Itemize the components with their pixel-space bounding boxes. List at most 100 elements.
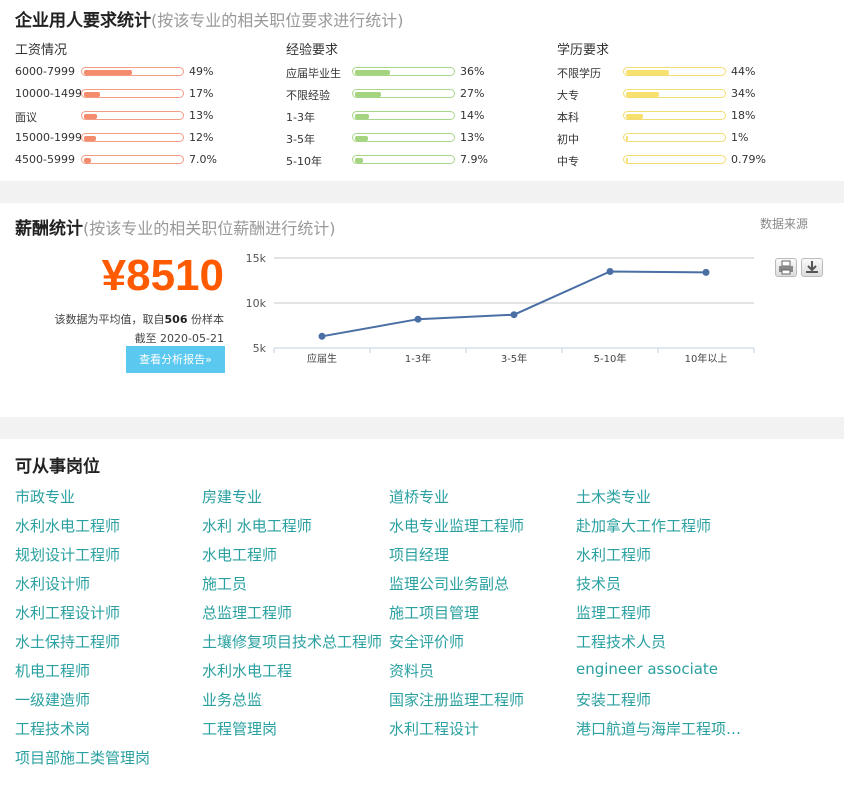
job-link[interactable]: 安全评价师 [389,631,569,652]
requirements-title: 企业用人要求统计(按该专业的相关职位要求进行统计) [15,11,404,31]
stat-bar [623,155,726,164]
stat-bar-fill [355,136,368,141]
stat-row: 面议 13% [15,108,255,124]
job-link[interactable]: 水利水电工程 [202,660,382,681]
job-link[interactable]: 施工项目管理 [389,602,569,623]
stat-bar [352,67,455,76]
print-button[interactable] [775,258,797,277]
jobs-title: 可从事岗位 [15,457,100,477]
stat-percent: 13% [460,131,485,144]
job-link[interactable]: 技术员 [576,573,751,594]
job-link[interactable]: 总监理工程师 [202,602,382,623]
stat-bar-fill [355,158,363,163]
view-report-button[interactable]: 查看分析报告» [126,346,225,373]
job-link[interactable]: 水利工程师 [576,544,751,565]
column-heading: 学历要求 [557,43,610,58]
job-link[interactable]: 市政专业 [15,486,195,507]
stat-label: 初中 [557,133,579,146]
job-link[interactable]: 土壤修复项目技术总工程师 [202,631,382,652]
data-source-link[interactable]: 数据来源 [760,215,808,232]
job-link[interactable]: engineer associate [576,660,751,678]
download-button[interactable] [801,258,823,277]
job-link[interactable]: 水利设计师 [15,573,195,594]
job-link[interactable]: 土木类专业 [576,486,751,507]
job-link[interactable]: 工程技术人员 [576,631,751,652]
stat-bar [352,133,455,142]
sample-count: 506 [164,313,188,326]
job-link[interactable]: 一级建造师 [15,689,195,710]
stat-percent: 27% [460,87,485,100]
stat-bar [352,89,455,98]
stat-bar-fill [626,70,669,75]
job-link[interactable]: 施工员 [202,573,382,594]
stat-row: 大专 34% [557,86,797,102]
stat-row: 1-3年 14% [286,108,526,124]
job-link[interactable]: 水电工程师 [202,544,382,565]
stat-percent: 12% [189,131,214,144]
stat-bar-fill [626,136,628,141]
stat-percent: 7.9% [460,153,488,166]
stat-percent: 13% [189,109,214,122]
stat-label: 应届毕业生 [286,67,341,80]
job-link[interactable]: 监理公司业务副总 [389,573,569,594]
stat-percent: 36% [460,65,485,78]
stat-bar [81,155,184,164]
stat-bar-fill [355,114,369,119]
job-link[interactable]: 工程管理岗 [202,718,382,739]
job-link[interactable]: 工程技术岗 [15,718,195,739]
stat-percent: 0.79% [731,153,766,166]
salary-date: 截至 2020-05-21 [134,332,224,345]
requirements-section: 企业用人要求统计(按该专业的相关职位要求进行统计) 工资情况 6000-7999 4… [0,0,844,181]
stat-bar [81,111,184,120]
stat-label: 本科 [557,111,579,124]
stat-row: 6000-7999 49% [15,64,255,80]
stat-bar-fill [84,70,132,75]
stat-label: 大专 [557,89,579,102]
stat-percent: 44% [731,65,756,78]
salary-title: 薪酬统计(按该专业的相关职位薪酬进行统计) [15,219,336,239]
column-heading: 工资情况 [15,43,68,58]
job-link[interactable]: 港口航道与海岸工程项目经理 [576,718,751,739]
job-link[interactable]: 水利水电工程师 [15,515,195,536]
job-link[interactable]: 监理工程师 [576,602,751,623]
stat-label: 不限学历 [557,67,601,80]
job-link[interactable]: 水电专业监理工程师 [389,515,569,536]
job-link[interactable]: 水利 水电工程师 [202,515,382,536]
stat-label: 6000-7999 [15,65,75,78]
job-link[interactable]: 房建专业 [202,486,382,507]
stat-bar [352,155,455,164]
salary-subtitle: (按该专业的相关职位薪酬进行统计) [83,219,336,238]
job-link[interactable]: 规划设计工程师 [15,544,195,565]
stat-bar [81,133,184,142]
job-link[interactable]: 水土保持工程师 [15,631,195,652]
job-link[interactable]: 国家注册监理工程师 [389,689,569,710]
stat-label: 15000-19999 [15,131,81,144]
download-icon [806,261,818,273]
stat-label: 5-10年 [286,155,322,168]
job-link[interactable]: 水利工程设计 [389,718,569,739]
job-link[interactable]: 安装工程师 [576,689,751,710]
stat-bar-fill [355,92,382,97]
stat-label: 面议 [15,111,37,124]
stat-row: 本科 18% [557,108,797,124]
job-link[interactable]: 项目部施工类管理岗 [15,747,195,768]
column-heading: 经验要求 [286,43,339,58]
job-link[interactable]: 机电工程师 [15,660,195,681]
job-link[interactable]: 项目经理 [389,544,569,565]
stat-label: 3-5年 [286,133,315,146]
job-link[interactable]: 业务总监 [202,689,382,710]
stat-row: 15000-19999 12% [15,130,255,146]
stat-row: 10000-14999 17% [15,86,255,102]
stat-label: 不限经验 [286,89,330,102]
job-link[interactable]: 道桥专业 [389,486,569,507]
stat-percent: 1% [731,131,749,144]
stat-bar [623,111,726,120]
stat-bar-fill [355,70,390,75]
job-link[interactable]: 赴加拿大工作工程师 [576,515,751,536]
job-link[interactable]: 水利工程设计师 [15,602,195,623]
average-salary: ¥8510 [101,251,224,300]
job-link[interactable]: 资料员 [389,660,569,681]
stat-bar-fill [84,92,101,97]
stat-row: 初中 1% [557,130,797,146]
stat-bar [623,67,726,76]
